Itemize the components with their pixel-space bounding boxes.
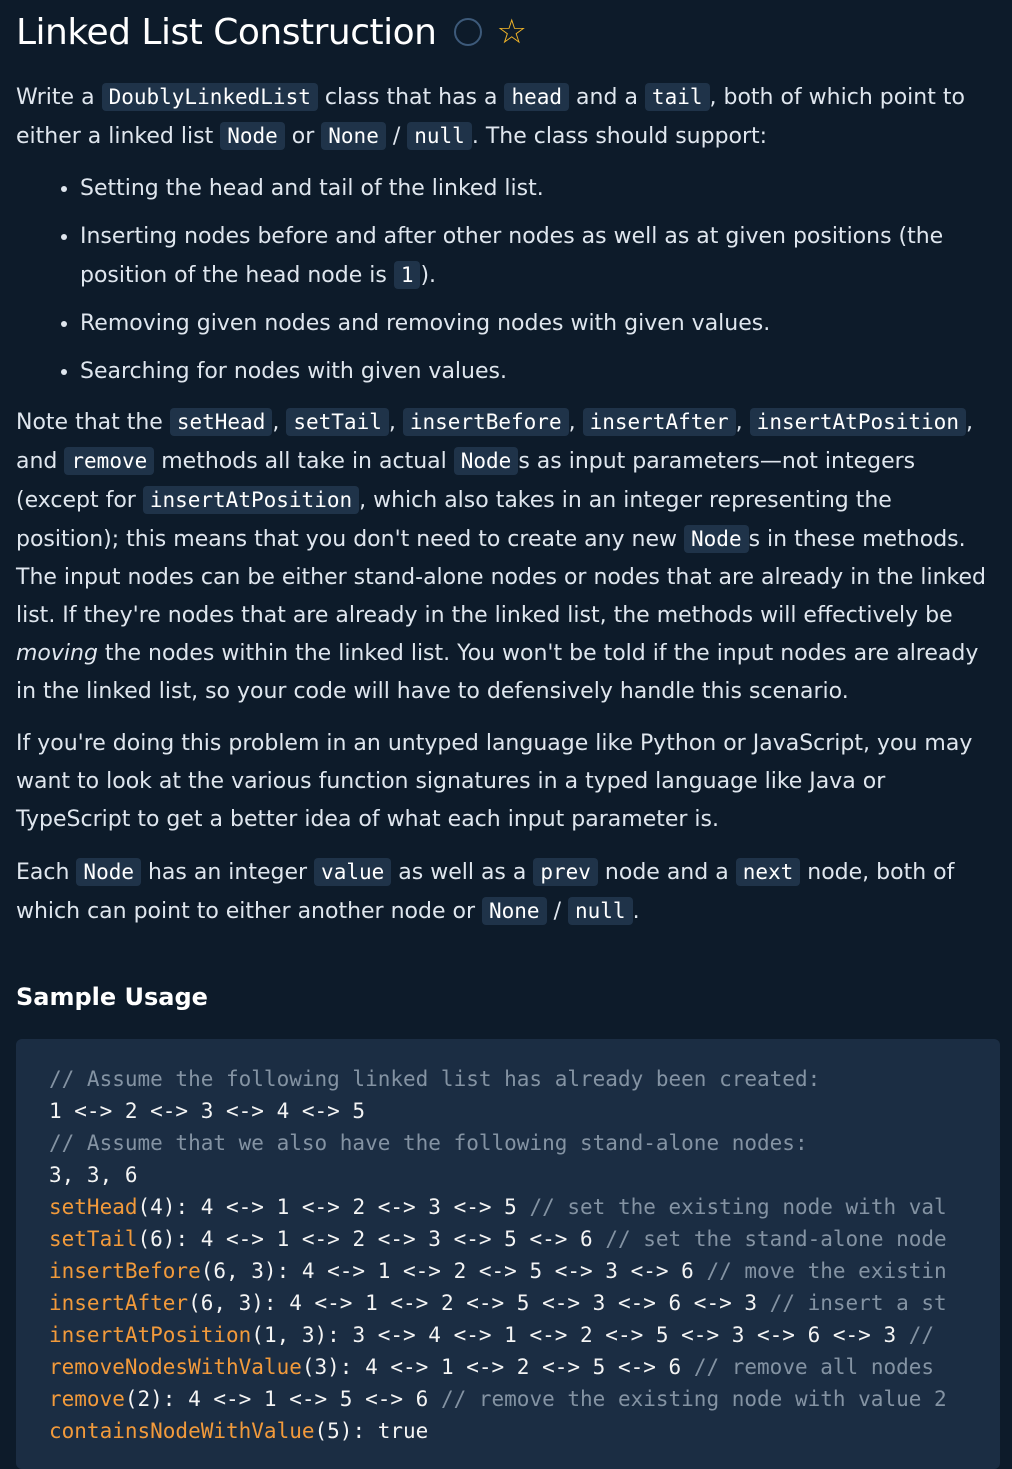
inline-code: prev bbox=[533, 858, 598, 886]
code-function: insertBefore bbox=[49, 1259, 201, 1283]
inline-code: next bbox=[735, 858, 801, 886]
list-item-text: Searching for nodes with given values. bbox=[80, 359, 507, 384]
code-comment: // move the existin bbox=[706, 1259, 947, 1283]
list-item: Searching for nodes with given values. bbox=[80, 353, 1000, 391]
list-item: Setting the head and tail of the linked … bbox=[80, 170, 1000, 208]
inline-code: Node bbox=[220, 122, 285, 150]
list-item-text: ). bbox=[420, 263, 437, 288]
note-text: , bbox=[388, 410, 403, 435]
inline-code: tail bbox=[644, 83, 710, 111]
node-text: Each bbox=[16, 860, 77, 885]
inline-code: setHead bbox=[169, 408, 273, 436]
code-comment: // insert a st bbox=[769, 1291, 947, 1315]
inline-code: Node bbox=[453, 447, 519, 475]
code-text: (2): 4 <-> 1 <-> 5 <-> 6 bbox=[124, 1387, 441, 1411]
code-line: insertAtPosition(1, 3): 3 <-> 4 <-> 1 <-… bbox=[49, 1319, 1000, 1351]
inline-code: null bbox=[407, 122, 472, 150]
code-line: 3, 3, 6 bbox=[49, 1163, 138, 1187]
inline-code: insertBefore bbox=[402, 408, 569, 436]
code-line: insertBefore(6, 3): 4 <-> 1 <-> 2 <-> 5 … bbox=[49, 1255, 1000, 1287]
sample-usage-heading: Sample Usage bbox=[16, 983, 208, 1011]
code-text: (6, 3): 4 <-> 1 <-> 2 <-> 5 <-> 3 <-> 6 … bbox=[188, 1291, 770, 1315]
node-text: . bbox=[632, 899, 640, 924]
code-comment: // remove all nodes bbox=[693, 1355, 935, 1379]
list-item: Removing given nodes and removing nodes … bbox=[80, 305, 1000, 343]
inline-code: remove bbox=[64, 447, 155, 475]
list-item-text: Setting the head and tail of the linked … bbox=[80, 176, 544, 201]
code-function: insertAfter bbox=[49, 1291, 189, 1315]
untyped-language-paragraph: If you're doing this problem in an untyp… bbox=[16, 731, 973, 832]
inline-code: DoublyLinkedList bbox=[101, 83, 318, 111]
note-text: the nodes within the linked list. You wo… bbox=[16, 641, 979, 704]
code-function: insertAtPosition bbox=[49, 1323, 252, 1347]
inline-code: setTail bbox=[286, 408, 389, 436]
note-text: , bbox=[272, 410, 287, 435]
intro-text: or bbox=[284, 124, 322, 149]
note-text: , bbox=[568, 410, 583, 435]
inline-code: Node bbox=[76, 858, 141, 886]
code-text: (3): 4 <-> 1 <-> 2 <-> 5 <-> 6 bbox=[301, 1355, 694, 1379]
node-text: / bbox=[546, 899, 568, 924]
code-comment: // set the existing node with val bbox=[529, 1195, 947, 1219]
problem-statement: Linked List Construction ☆ Write a Doubl… bbox=[16, 0, 1000, 1469]
requirements-list: Setting the head and tail of the linked … bbox=[16, 170, 1000, 391]
code-comment-line: // Assume that we also have the followin… bbox=[49, 1131, 808, 1155]
code-comment-line: // Assume the following linked list has … bbox=[49, 1067, 821, 1091]
inline-code: Node bbox=[684, 525, 749, 553]
intro-text: / bbox=[385, 124, 408, 149]
code-line: remove(2): 4 <-> 1 <-> 5 <-> 6 // remove… bbox=[49, 1383, 1000, 1415]
code-function: remove bbox=[49, 1387, 125, 1411]
emphasis-text: moving bbox=[16, 641, 98, 666]
code-line: setTail(6): 4 <-> 1 <-> 2 <-> 3 <-> 5 <-… bbox=[49, 1223, 1000, 1255]
intro-text: and a bbox=[569, 85, 645, 110]
note-text: methods all take in actual bbox=[154, 449, 454, 474]
code-line: removeNodesWithValue(3): 4 <-> 1 <-> 2 <… bbox=[49, 1351, 1000, 1383]
code-text: (6): 4 <-> 1 <-> 2 <-> 3 <-> 5 <-> 6 bbox=[137, 1227, 606, 1251]
code-comment: // bbox=[908, 1323, 935, 1347]
inline-code: insertAtPosition bbox=[749, 408, 966, 436]
code-text: (1, 3): 3 <-> 4 <-> 1 <-> 2 <-> 5 <-> 3 … bbox=[251, 1323, 909, 1347]
page-title: Linked List Construction bbox=[16, 11, 437, 53]
node-text: as well as a bbox=[391, 860, 534, 885]
inline-code: insertAtPosition bbox=[142, 486, 360, 514]
code-text: (4): 4 <-> 1 <-> 2 <-> 3 <-> 5 bbox=[137, 1195, 530, 1219]
intro-text: class that has a bbox=[317, 85, 505, 110]
code-line: 1 <-> 2 <-> 3 <-> 4 <-> 5 bbox=[49, 1099, 366, 1123]
sample-usage-code-block[interactable]: // Assume the following linked list has … bbox=[16, 1039, 1000, 1469]
code-function: removeNodesWithValue bbox=[49, 1355, 302, 1379]
code-function: setTail bbox=[49, 1227, 138, 1251]
inline-code: insertAfter bbox=[582, 408, 736, 436]
code-line: setHead(4): 4 <-> 1 <-> 2 <-> 3 <-> 5 //… bbox=[49, 1191, 1000, 1223]
inline-code: None bbox=[321, 122, 386, 150]
code-function: setHead bbox=[49, 1195, 138, 1219]
intro-text: . The class should support: bbox=[471, 124, 768, 149]
note-text: Note that the bbox=[16, 410, 170, 435]
list-item-text: Inserting nodes before and after other n… bbox=[80, 224, 944, 288]
intro-text: Write a bbox=[16, 85, 102, 110]
title-row: Linked List Construction ☆ bbox=[16, 0, 1000, 64]
inline-code: head bbox=[504, 83, 570, 111]
code-line: containsNodeWithValue(5): true bbox=[49, 1415, 1000, 1447]
inline-code: 1 bbox=[393, 261, 421, 289]
inline-code: value bbox=[314, 858, 392, 886]
node-description-paragraph: Each Node has an integer value as well a… bbox=[16, 853, 1000, 931]
star-icon[interactable]: ☆ bbox=[496, 15, 526, 49]
code-line: insertAfter(6, 3): 4 <-> 1 <-> 2 <-> 5 <… bbox=[49, 1287, 1000, 1319]
code-text: (5): true bbox=[314, 1419, 429, 1443]
completion-status-icon[interactable] bbox=[454, 18, 483, 46]
inline-code: None bbox=[482, 897, 547, 925]
code-comment: // set the stand-alone node bbox=[605, 1227, 947, 1251]
node-text: has an integer bbox=[141, 860, 315, 885]
list-item: Inserting nodes before and after other n… bbox=[80, 218, 1000, 295]
code-text: (6, 3): 4 <-> 1 <-> 2 <-> 5 <-> 3 <-> 6 bbox=[200, 1259, 707, 1283]
note-paragraph: Note that the setHead, setTail, insertBe… bbox=[16, 403, 1000, 711]
inline-code: null bbox=[567, 897, 633, 925]
intro-paragraph: Write a DoublyLinkedList class that has … bbox=[16, 78, 1000, 156]
node-text: node and a bbox=[597, 860, 736, 885]
code-function: containsNodeWithValue bbox=[49, 1419, 315, 1443]
code-comment: // remove the existing node with value 2 bbox=[440, 1387, 947, 1411]
list-item-text: Removing given nodes and removing nodes … bbox=[80, 311, 771, 336]
note-text: , bbox=[735, 410, 750, 435]
